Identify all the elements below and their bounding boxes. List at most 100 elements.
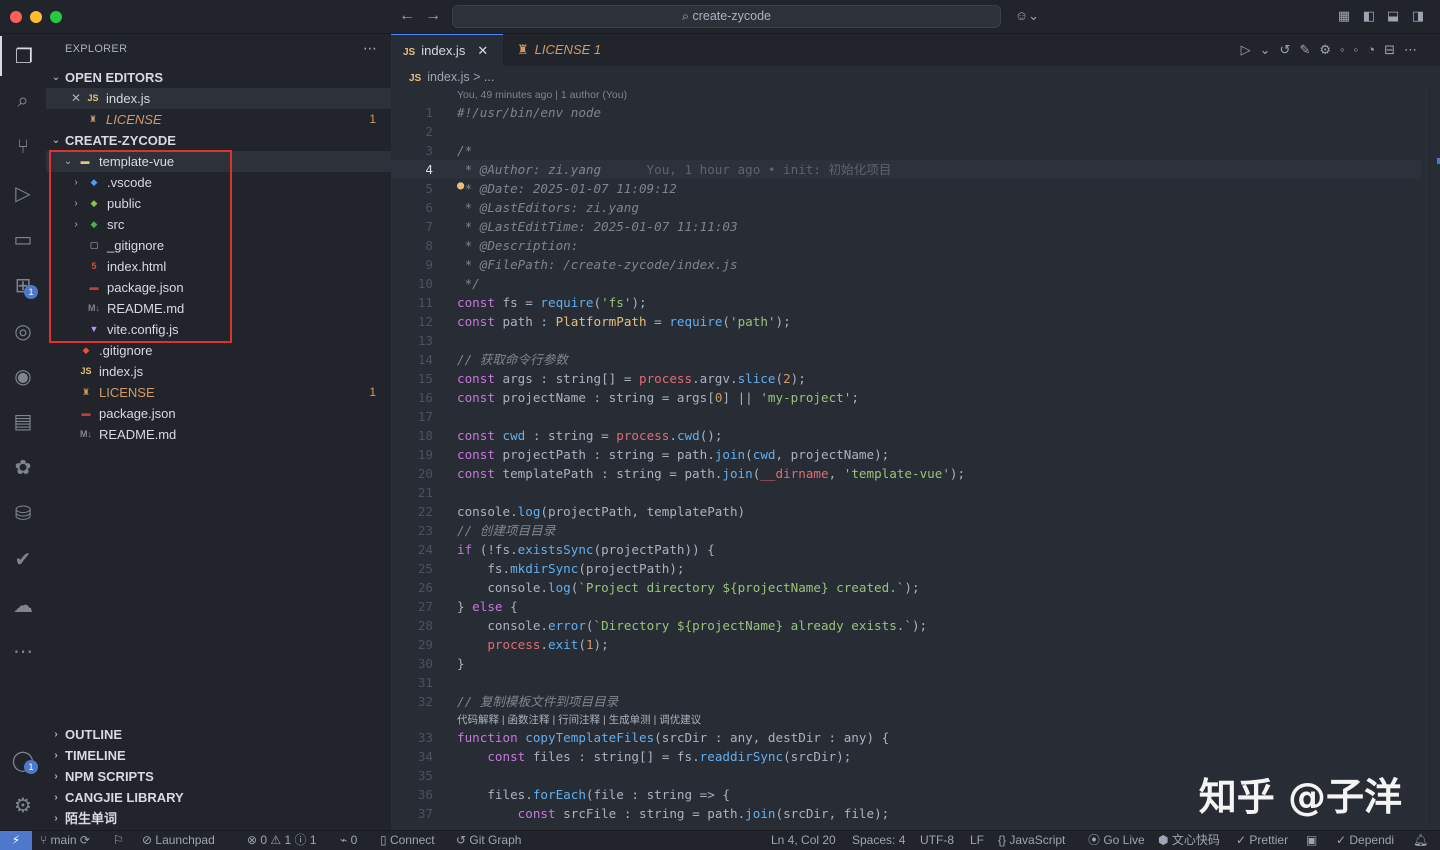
project-header[interactable]: ⌄ CREATE-ZYCODE bbox=[46, 130, 391, 151]
outline-section[interactable]: › OUTLINE bbox=[46, 724, 391, 745]
vscode-folder-icon: ◆ bbox=[90, 177, 98, 187]
search-icon[interactable]: ⌕ bbox=[0, 81, 46, 121]
line-number: 3 bbox=[425, 143, 433, 158]
editor-scrollbar[interactable] bbox=[1426, 88, 1440, 830]
tree-item-readme-template[interactable]: M↓ README.md bbox=[46, 298, 391, 319]
ports-status[interactable]: ⌁ 0 bbox=[340, 831, 357, 850]
unknown-words-section[interactable]: › 陌生单词 bbox=[46, 808, 391, 829]
extensions-icon[interactable]: ⊞ 1 bbox=[0, 265, 46, 305]
tree-item-public[interactable]: › ◆ public bbox=[46, 193, 391, 214]
explorer-icon[interactable]: ❐ bbox=[0, 36, 46, 76]
tree-item-license[interactable]: ♜ LICENSE 1 bbox=[46, 382, 391, 403]
open-editor-item-license[interactable]: ♜ LICENSE 1 bbox=[46, 109, 391, 130]
breadcrumb-file[interactable]: index.js bbox=[427, 70, 469, 84]
database-icon: ▯ bbox=[380, 833, 390, 847]
toggle-secondary-sidebar-icon[interactable]: ◨ bbox=[1410, 8, 1426, 24]
timeline-section[interactable]: › TIMELINE bbox=[46, 745, 391, 766]
chat-icon[interactable]: ✿ bbox=[0, 447, 46, 487]
remote-explorer-icon[interactable]: ▭ bbox=[0, 219, 46, 259]
wenxin-status[interactable]: ⬢ 文心快码 bbox=[1158, 831, 1220, 850]
problems-status[interactable]: ⊗ 0 ⚠ 1 ⓘ 1 bbox=[247, 831, 317, 850]
toggle-panel-icon[interactable]: ⬓ bbox=[1385, 8, 1401, 24]
copilot-status-icon[interactable]: ⚐ bbox=[113, 831, 124, 850]
codelens-author[interactable]: You, 49 minutes ago | 1 author (You) bbox=[457, 89, 627, 101]
tree-item-template-vue[interactable]: ⌄ ▬ template-vue bbox=[46, 151, 391, 172]
code-line: 25 fs.mkdirSync(projectPath); bbox=[391, 559, 1421, 578]
close-icon[interactable]: ✕ bbox=[477, 43, 488, 58]
branch-status[interactable]: ⑂ main ⟳ bbox=[40, 831, 90, 850]
launchpad-status[interactable]: ⊘ Launchpad bbox=[142, 831, 215, 850]
cloud-icon[interactable]: ☁ bbox=[0, 585, 46, 625]
customize-layout-icon[interactable]: ▦ bbox=[1336, 8, 1352, 24]
code-line: 32 // 复制模板文件到项目目录 bbox=[391, 692, 1421, 711]
notifications-bell-icon[interactable]: 🔔︎ bbox=[1413, 831, 1428, 850]
breadcrumb-rest[interactable]: > ... bbox=[473, 70, 494, 84]
tree-item-index-js[interactable]: JS index.js bbox=[46, 361, 391, 382]
compare-icon[interactable]: ⚙ bbox=[1319, 42, 1340, 57]
tree-item-src[interactable]: › ◆ src bbox=[46, 214, 391, 235]
tree-item-vite-config[interactable]: ▼ vite.config.js bbox=[46, 319, 391, 340]
tasks-icon[interactable]: ▣ bbox=[1306, 831, 1317, 850]
testing-icon[interactable]: ✔ bbox=[0, 539, 46, 579]
git-lens-icon[interactable]: ◎ bbox=[0, 311, 46, 351]
command-center-search[interactable]: ⌕ create-zycode bbox=[452, 5, 1001, 28]
git-graph-status[interactable]: ↺ Git Graph bbox=[456, 831, 521, 850]
close-window-button[interactable] bbox=[10, 11, 22, 23]
tree-item-gitignore[interactable]: ◆ .gitignore bbox=[46, 340, 391, 361]
indentation-status[interactable]: Spaces: 4 bbox=[852, 831, 905, 850]
settings-gear-icon[interactable]: ⚙ bbox=[0, 785, 46, 825]
toggle-sidebar-icon[interactable]: ◧ bbox=[1361, 8, 1377, 24]
tab-index-js[interactable]: JS index.js ✕ bbox=[391, 34, 503, 66]
close-icon[interactable]: ✕ bbox=[70, 88, 82, 109]
run-debug-icon[interactable]: ▷ bbox=[0, 173, 46, 213]
tab-license[interactable]: ♜ LICENSE 1 bbox=[503, 34, 613, 66]
edit-icon[interactable]: ✎ bbox=[1299, 42, 1319, 57]
open-editor-item-indexjs[interactable]: ✕ JS index.js bbox=[46, 88, 391, 109]
git-icon[interactable]: ◔ bbox=[1367, 42, 1384, 57]
cursor-position[interactable]: Ln 4, Col 20 bbox=[771, 831, 836, 850]
lightbulb-icon[interactable]: ● bbox=[457, 176, 464, 195]
git-history-icon[interactable]: ◉ bbox=[0, 356, 46, 396]
more-actions-icon[interactable]: ⋯ bbox=[1404, 42, 1426, 57]
maximize-window-button[interactable] bbox=[50, 11, 62, 23]
connect-status[interactable]: ▯ Connect bbox=[380, 831, 435, 850]
tree-item-package-json-template[interactable]: ▬ package.json bbox=[46, 277, 391, 298]
project-manager-icon[interactable]: ▤ bbox=[0, 401, 46, 441]
encoding-status[interactable]: UTF-8 bbox=[920, 831, 954, 850]
database-icon[interactable]: ⛁ bbox=[0, 493, 46, 533]
license-icon: ♜ bbox=[517, 42, 529, 57]
remote-indicator-icon[interactable]: ⚡ bbox=[0, 831, 32, 850]
cangjie-library-section[interactable]: › CANGJIE LIBRARY bbox=[46, 787, 391, 808]
tree-item-package-json[interactable]: ▬ package.json bbox=[46, 403, 391, 424]
more-views-icon[interactable]: ⋯ bbox=[0, 631, 46, 671]
eol-status[interactable]: LF bbox=[970, 831, 984, 850]
account-icon[interactable]: ◯ 1 bbox=[0, 740, 46, 780]
line-number: 8 bbox=[425, 238, 433, 253]
language-status[interactable]: {} JavaScript bbox=[998, 831, 1065, 850]
code-text: /* bbox=[457, 143, 473, 158]
tree-item-readme[interactable]: M↓ README.md bbox=[46, 424, 391, 445]
split-editor-icon[interactable]: ⊟ bbox=[1384, 42, 1404, 57]
tree-item-gitignore-template[interactable]: ▢ _gitignore bbox=[46, 235, 391, 256]
npm-scripts-section[interactable]: › NPM SCRIPTS bbox=[46, 766, 391, 787]
dependi-status[interactable]: ✓ Dependi bbox=[1336, 831, 1394, 850]
source-control-icon[interactable]: ⑂ bbox=[0, 127, 46, 167]
tree-item-index-html[interactable]: 5 index.html bbox=[46, 256, 391, 277]
minimize-window-button[interactable] bbox=[30, 11, 42, 23]
extensions-badge: 1 bbox=[24, 285, 38, 299]
codelens-ai-actions[interactable]: 代码解释 | 函数注释 | 行间注释 | 生成单测 | 调优建议 bbox=[457, 712, 701, 728]
more-actions-icon[interactable]: ⋯ bbox=[363, 40, 377, 57]
prettier-status[interactable]: ✓ Prettier bbox=[1236, 831, 1288, 850]
timeline-icon[interactable]: ↺ bbox=[1280, 42, 1300, 57]
golive-status[interactable]: ⦿ Go Live bbox=[1088, 831, 1145, 850]
next-change-icon[interactable]: ◦ bbox=[1354, 42, 1368, 57]
previous-change-icon[interactable]: ◦ bbox=[1340, 42, 1354, 57]
open-editors-header[interactable]: ⌄ OPEN EDITORS bbox=[46, 67, 391, 88]
copilot-icon[interactable]: ☺⌄ bbox=[1013, 8, 1041, 24]
code-text: const srcFile : string = path.join(srcDi… bbox=[517, 806, 890, 821]
tree-item-vscode[interactable]: › ◆ .vscode bbox=[46, 172, 391, 193]
back-arrow-icon[interactable]: ← bbox=[399, 7, 415, 25]
forward-arrow-icon[interactable]: → bbox=[425, 7, 441, 25]
run-icon[interactable]: ▷⌄ bbox=[1241, 42, 1280, 57]
code-text: const templatePath : string = path.join(… bbox=[457, 466, 966, 481]
